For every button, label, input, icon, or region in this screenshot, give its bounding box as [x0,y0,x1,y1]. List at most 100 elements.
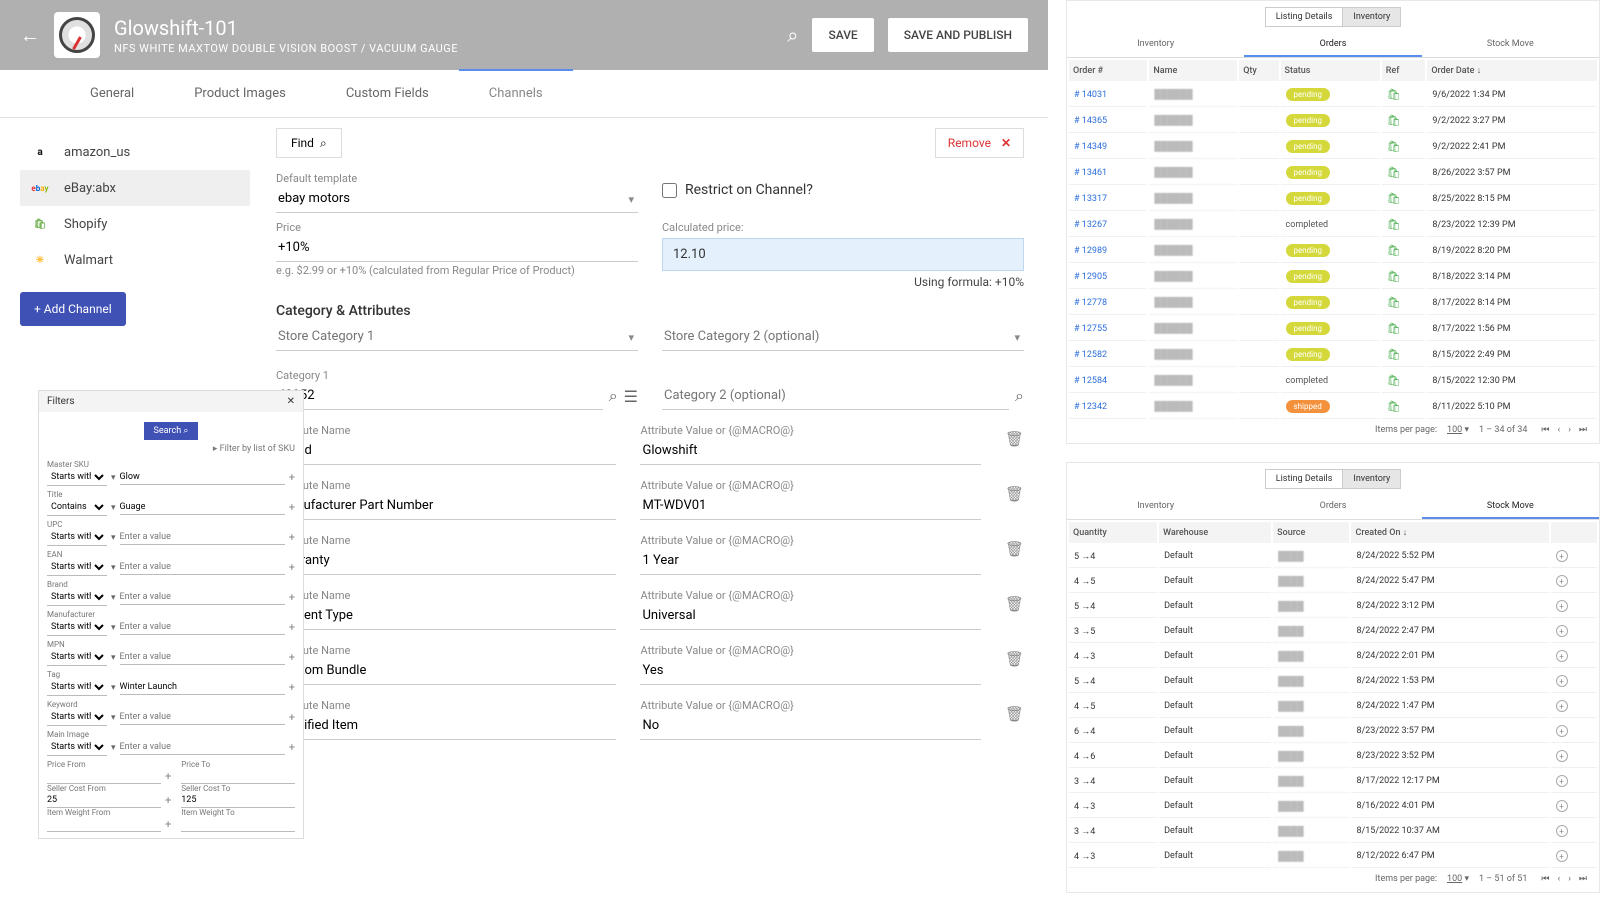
filter-op-select[interactable]: Starts with [47,469,107,486]
info-icon[interactable]: + [1556,600,1568,612]
cost-to-input[interactable] [181,793,295,808]
page-next-icon[interactable]: › [1568,425,1571,435]
page-prev-icon[interactable]: ‹ [1557,874,1560,884]
page-next-icon[interactable]: › [1568,874,1571,884]
tab-listing-details[interactable]: Listing Details [1265,469,1343,489]
page-first-icon[interactable]: ⏮ [1541,874,1549,884]
table-row[interactable]: 6 →4Default████8/23/2022 3:57 PM+ [1069,720,1597,743]
table-row[interactable]: 5 →4Default████8/24/2022 5:52 PM+ [1069,545,1597,568]
add-icon[interactable]: + [289,711,295,724]
table-row[interactable]: 4 →3Default████8/16/2022 4:01 PM+ [1069,795,1597,818]
filter-op-select[interactable]: Starts with [47,649,107,666]
table-row[interactable]: # 14365██████pending🛍9/2/2022 3:27 PM [1069,109,1597,133]
trash-icon[interactable]: 🗑 [1005,430,1024,452]
inner-tab-orders[interactable]: Orders [1244,33,1421,57]
info-icon[interactable]: + [1556,550,1568,562]
filter-op-select[interactable]: Starts with [47,679,107,696]
attr-name-input[interactable] [276,547,616,575]
default-template-select[interactable] [276,185,638,213]
back-icon[interactable]: ← [20,23,40,48]
list-icon[interactable]: ☰ [624,387,638,406]
add-icon[interactable]: + [289,501,295,514]
add-icon[interactable]: + [289,561,295,574]
tab-inventory[interactable]: Inventory [1342,7,1401,27]
table-row[interactable]: # 12582██████pending🛍8/15/2022 2:49 PM [1069,343,1597,367]
table-row[interactable]: 3 →4Default████8/17/2022 12:17 PM+ [1069,770,1597,793]
info-icon[interactable]: + [1556,800,1568,812]
inner-tab-stockmove[interactable]: Stock Move [1422,495,1599,519]
filter-op-select[interactable]: Starts with [47,709,107,726]
add-icon[interactable]: + [289,621,295,634]
add-icon[interactable]: + [289,471,295,484]
filter-value-input[interactable] [120,590,285,605]
attr-value-input[interactable] [640,547,980,575]
store-cat1-select[interactable] [276,323,638,351]
channel-shopify[interactable]: 🛍 Shopify [20,206,250,242]
add-icon[interactable]: + [289,531,295,544]
weight-from-input[interactable] [47,817,161,832]
filter-value-input[interactable] [120,710,285,725]
attr-name-input[interactable] [276,437,616,465]
filter-op-select[interactable]: Starts with [47,619,107,636]
cost-from-input[interactable] [47,793,161,808]
inner-tab-inventory[interactable]: Inventory [1067,33,1244,57]
filter-value-input[interactable] [120,650,285,665]
info-icon[interactable]: + [1556,650,1568,662]
attr-name-input[interactable] [276,712,616,740]
ipp-select[interactable]: 100 ▾ [1447,425,1469,435]
filter-by-sku-link[interactable]: ▸ Filter by list of SKU [47,444,295,454]
filter-op-select[interactable]: Starts with [47,559,107,576]
table-row[interactable]: 4 →5Default████8/24/2022 1:47 PM+ [1069,695,1597,718]
tab-custom-fields[interactable]: Custom Fields [316,70,459,117]
save-button[interactable]: SAVE [812,18,873,52]
tab-inventory[interactable]: Inventory [1342,469,1401,489]
category2-input[interactable] [662,382,1009,410]
page-last-icon[interactable]: ⏭ [1579,874,1587,884]
attr-value-input[interactable] [640,657,980,685]
table-row[interactable]: 5 →4Default████8/24/2022 3:12 PM+ [1069,595,1597,618]
save-publish-button[interactable]: SAVE AND PUBLISH [888,18,1028,52]
filter-op-select[interactable]: Starts with [47,589,107,606]
table-row[interactable]: 4 →3Default████8/24/2022 2:01 PM+ [1069,645,1597,668]
channel-ebay[interactable]: ebay eBay:abx [20,170,250,206]
tab-general[interactable]: General [60,70,164,117]
table-row[interactable]: # 12342██████shipped🛍8/11/2022 5:10 PM [1069,395,1597,419]
filter-op-select[interactable]: Starts with [47,529,107,546]
inner-tab-stockmove[interactable]: Stock Move [1422,33,1599,57]
inner-tab-inventory[interactable]: Inventory [1067,495,1244,519]
filter-value-input[interactable] [120,530,285,545]
add-icon[interactable]: + [289,681,295,694]
add-icon[interactable]: + [289,591,295,604]
filter-op-select[interactable]: Contains [47,499,107,516]
channel-walmart[interactable]: ✳ Walmart [20,242,250,278]
info-icon[interactable]: + [1556,850,1568,862]
search-icon[interactable]: ⌕ [787,23,798,47]
filter-op-select[interactable]: Starts with [47,739,107,756]
table-row[interactable]: 4 →5Default████8/24/2022 5:47 PM+ [1069,570,1597,593]
filter-value-input[interactable] [120,620,285,635]
table-row[interactable]: # 13267██████completed🛍8/23/2022 12:39 P… [1069,213,1597,237]
filter-value-input[interactable] [120,680,285,695]
store-cat2-select[interactable] [662,323,1024,351]
table-row[interactable]: # 12989██████pending🛍8/19/2022 8:20 PM [1069,239,1597,263]
table-row[interactable]: 3 →4Default████8/15/2022 10:37 AM+ [1069,820,1597,843]
add-icon[interactable]: + [289,651,295,664]
trash-icon[interactable]: 🗑 [1005,595,1024,617]
add-icon[interactable]: + [289,741,295,754]
page-last-icon[interactable]: ⏭ [1579,425,1587,435]
page-first-icon[interactable]: ⏮ [1541,425,1549,435]
search-icon[interactable]: ⌕ [609,386,618,406]
close-icon[interactable]: ✕ [287,396,295,407]
table-row[interactable]: # 12755██████pending🛍8/17/2022 1:56 PM [1069,317,1597,341]
attr-value-input[interactable] [640,602,980,630]
table-row[interactable]: # 13317██████pending🛍8/25/2022 8:15 PM [1069,187,1597,211]
info-icon[interactable]: + [1556,825,1568,837]
info-icon[interactable]: + [1556,775,1568,787]
filter-value-input[interactable] [120,500,285,515]
filter-value-input[interactable] [120,560,285,575]
inner-tab-orders[interactable]: Orders [1244,495,1421,519]
remove-button[interactable]: Remove✕ [935,128,1024,158]
attr-value-input[interactable] [640,492,980,520]
restrict-checkbox[interactable]: Restrict on Channel? [662,182,1024,198]
trash-icon[interactable]: 🗑 [1005,485,1024,507]
